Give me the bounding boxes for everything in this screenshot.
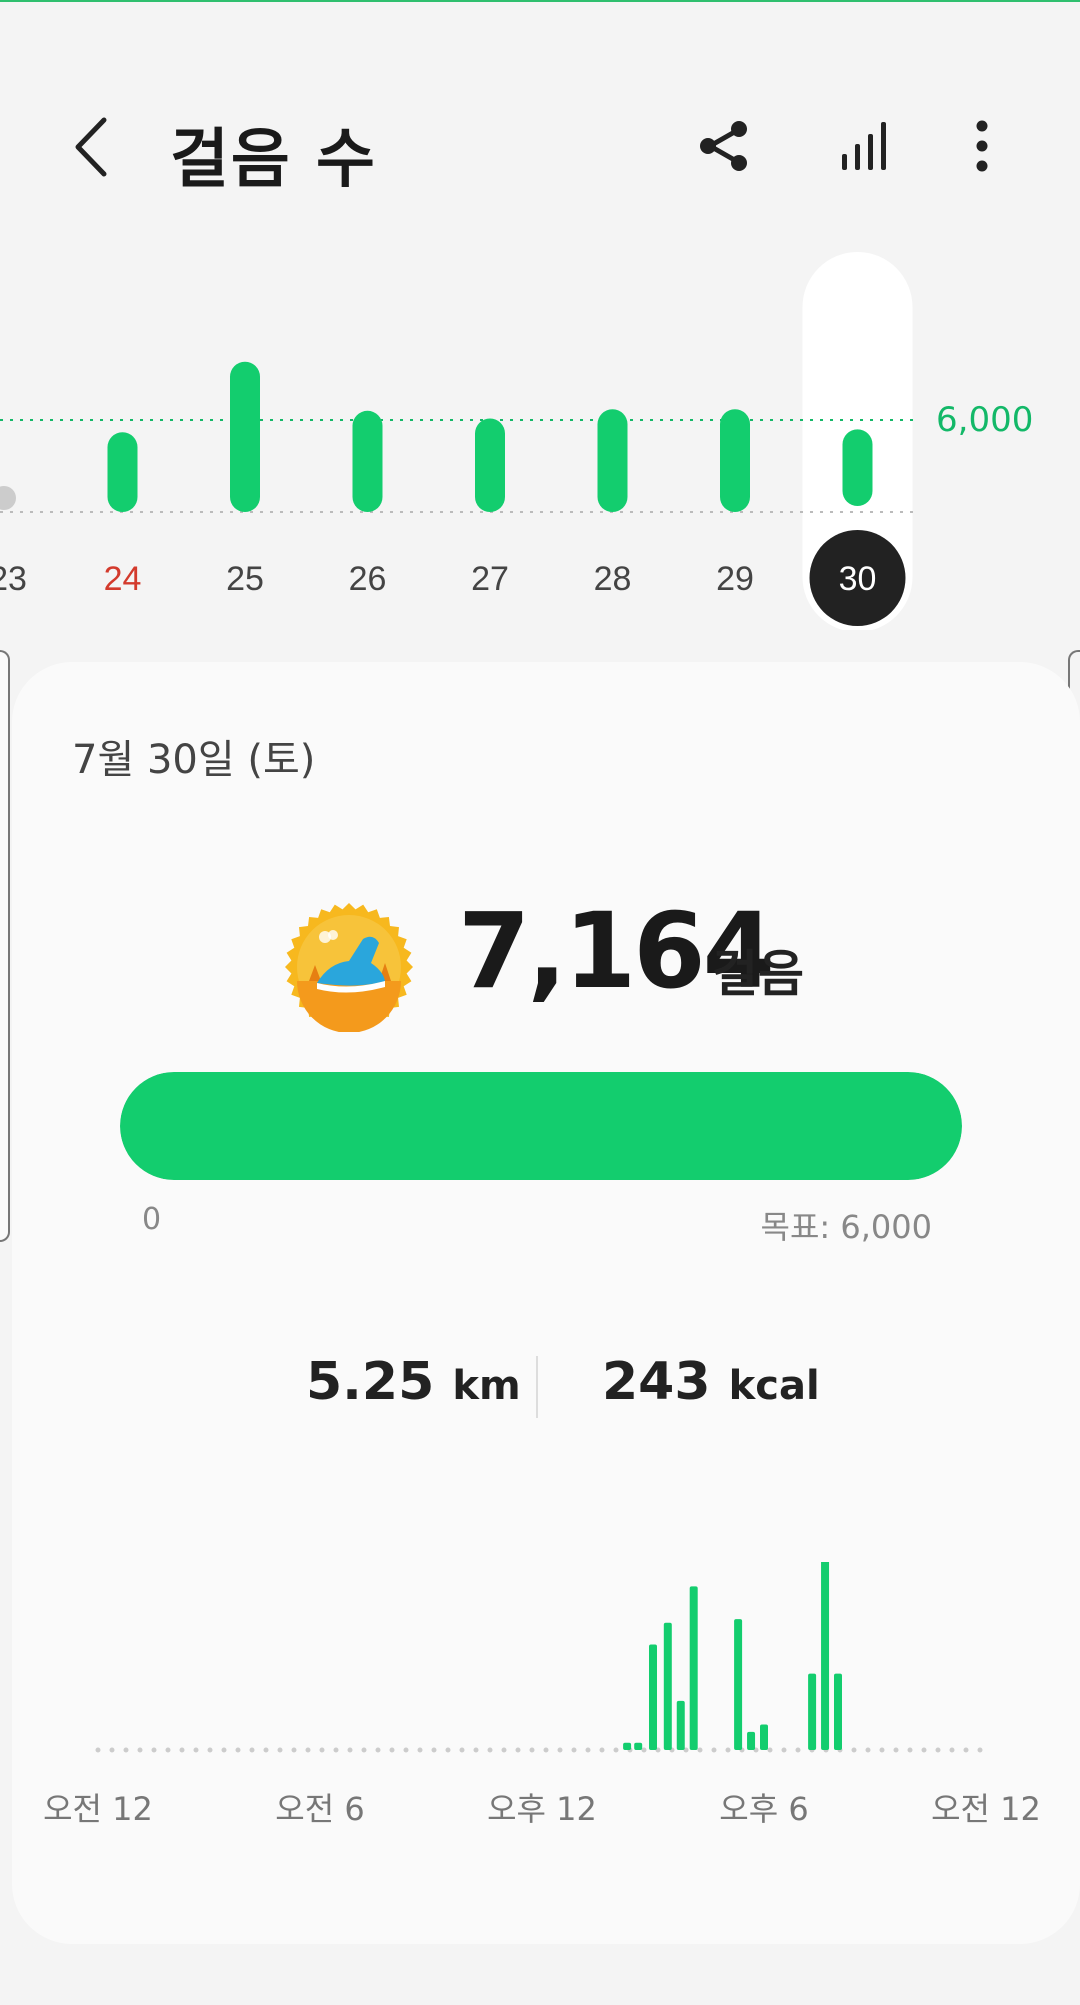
hourly-bar-1 [634, 1742, 643, 1750]
goal-progress-fill [120, 1072, 962, 1180]
page-title: 걸음 수 [170, 123, 377, 197]
daily-summary-card: 7월 30일 (토) 7,164 걸음 0 목표: 6,000 5.25 km [12, 662, 1080, 1944]
hourly-bar-4 [676, 1700, 685, 1750]
distance-value: 5.25 [306, 1352, 435, 1412]
hourly-bar-11 [834, 1673, 842, 1750]
weekly-chart-svg: 23 24 25 26 27 28 29 30 [0, 252, 915, 630]
activity-stats: 5.25 km 243 kcal [12, 1352, 1080, 1432]
share-icon [700, 121, 747, 171]
bar-26 [352, 410, 383, 512]
bar-27 [475, 418, 505, 512]
day-label-27: 27 [471, 560, 509, 598]
bar-30 [842, 429, 873, 506]
hourly-tick-label-0: 오전 12 [43, 1790, 153, 1828]
goal-line-label: 6,000 [936, 400, 1034, 440]
weekly-steps-chart[interactable]: 23 24 25 26 27 28 29 30 6,000 [0, 250, 1080, 630]
hourly-bar-8 [760, 1724, 768, 1750]
stats-divider [536, 1356, 538, 1418]
hourly-tick-label-1: 오전 6 [275, 1790, 364, 1828]
bar-24 [107, 432, 138, 512]
running-shoe-badge-icon [285, 903, 413, 1033]
trends-button[interactable] [832, 114, 896, 178]
hourly-tick-label-4: 오전 12 [931, 1790, 1041, 1828]
progress-goal-label: 목표: 6,000 [760, 1208, 932, 1246]
hourly-steps-chart: 오전 12 오전 6 오후 12 오후 6 오전 12 [12, 1562, 1080, 1922]
date-label: 7월 30일 (토) [72, 737, 316, 783]
day-label-25: 25 [226, 560, 264, 598]
bar-29 [720, 409, 750, 512]
back-arrow-icon [75, 117, 107, 177]
goal-progress-bar [120, 1072, 962, 1180]
hourly-bar-0 [623, 1742, 632, 1750]
distance-unit: km [452, 1363, 521, 1409]
previous-card-edge[interactable] [0, 650, 10, 1242]
bar-28 [597, 409, 628, 512]
day-label-26: 26 [349, 560, 387, 598]
bar-23 [0, 486, 16, 510]
step-count-unit: 걸음 [712, 945, 804, 1003]
hourly-tick-label-3: 오후 6 [719, 1790, 808, 1828]
hourly-chart-svg: 오전 12 오전 6 오후 12 오후 6 오전 12 [43, 1562, 1041, 1828]
hourly-bar-9 [808, 1673, 817, 1750]
share-button[interactable] [692, 114, 756, 178]
calories-stat: 243 kcal [602, 1352, 820, 1412]
back-button[interactable] [62, 112, 122, 182]
hourly-bar-3 [663, 1622, 672, 1750]
hourly-bar-6 [734, 1619, 743, 1750]
hourly-bar-5 [689, 1586, 698, 1750]
calories-value: 243 [602, 1352, 711, 1412]
bar-chart-icon [842, 122, 886, 170]
day-label-28: 28 [594, 560, 632, 598]
goal-achieved-badge [284, 902, 414, 1033]
calories-unit: kcal [728, 1363, 820, 1409]
hourly-bar-2 [649, 1644, 657, 1750]
app-header: 걸음 수 [0, 90, 1080, 200]
more-vertical-icon [976, 120, 988, 172]
more-options-button[interactable] [950, 114, 1014, 178]
hourly-bar-7 [747, 1731, 756, 1750]
day-label-24: 24 [104, 560, 142, 598]
bar-25 [230, 361, 260, 512]
hourly-bar-10 [821, 1562, 830, 1750]
distance-stat: 5.25 km [306, 1352, 521, 1412]
day-label-29: 29 [716, 560, 754, 598]
day-label-23: 23 [0, 560, 27, 598]
top-accent-line [0, 0, 1080, 2]
progress-min-label: 0 [142, 1202, 162, 1237]
hourly-tick-label-2: 오후 12 [487, 1790, 597, 1828]
day-label-30: 30 [839, 560, 877, 598]
